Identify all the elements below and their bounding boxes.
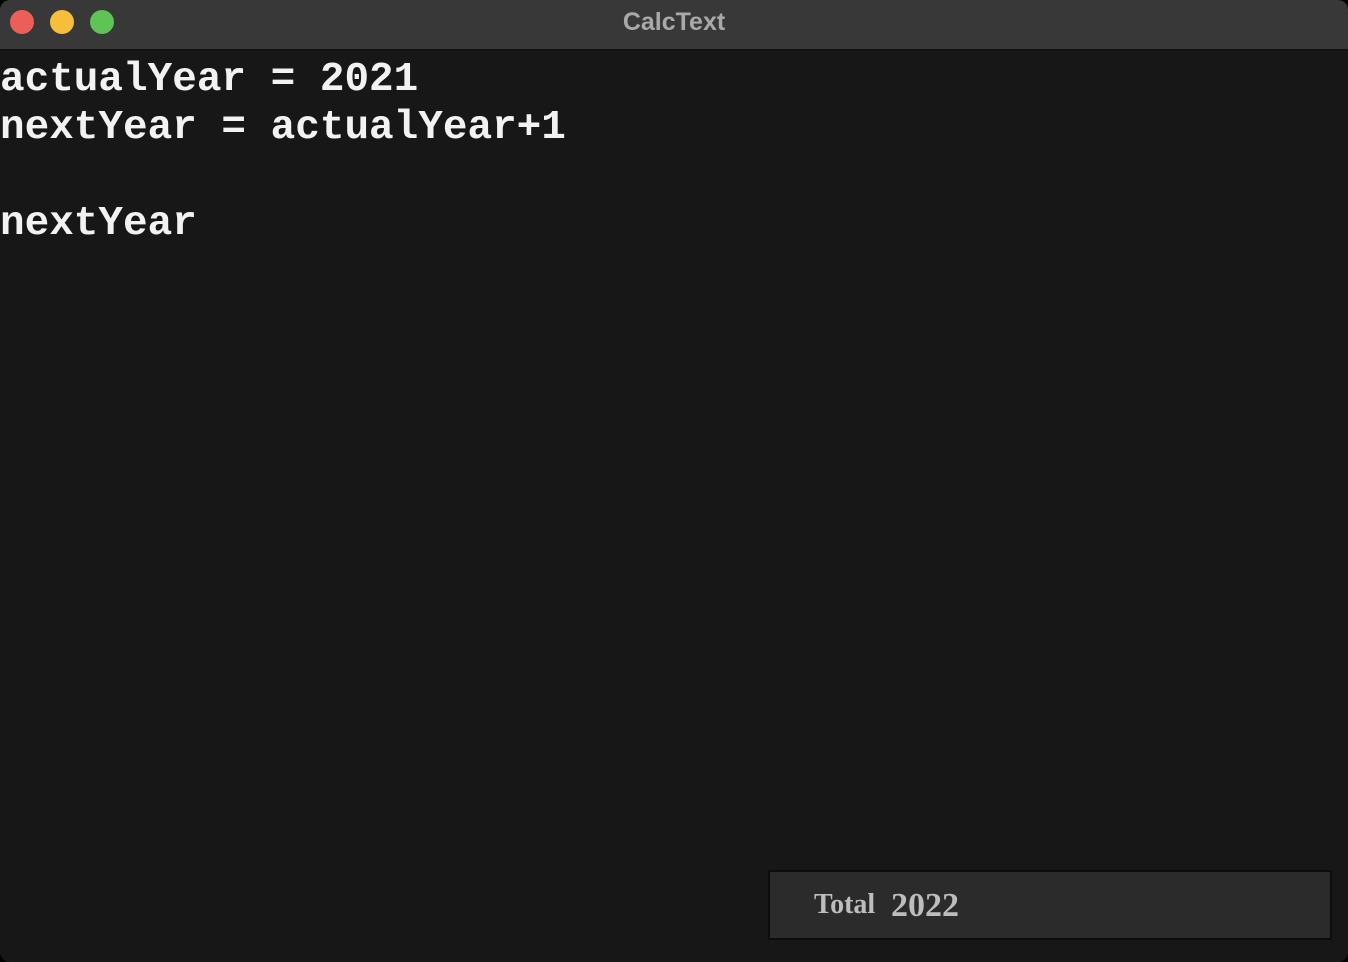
editor-line[interactable]: nextYear [0,200,1348,248]
window-title: CalcText [622,8,726,36]
total-panel: Total 2022 [768,870,1332,940]
title-bar[interactable]: CalcText [0,0,1348,50]
total-label: Total [814,889,876,920]
total-value: 2022 [891,887,959,924]
editor-line[interactable]: actualYear = 2021 [0,56,1348,104]
text-editor[interactable]: actualYear = 2021 nextYear = actualYear+… [0,56,1348,856]
app-window: CalcText actualYear = 2021 nextYear = ac… [0,0,1348,962]
editor-line[interactable] [0,152,1348,200]
editor-line[interactable]: nextYear = actualYear+1 [0,104,1348,152]
